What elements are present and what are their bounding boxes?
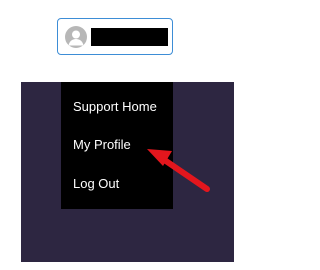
- user-dropdown-menu: Support Home My Profile Log Out: [61, 82, 173, 209]
- menu-item-support-home[interactable]: Support Home: [73, 99, 157, 115]
- menu-item-log-out[interactable]: Log Out: [73, 176, 119, 192]
- screen: Support Home My Profile Log Out: [0, 0, 234, 270]
- user-avatar-icon: [65, 26, 87, 48]
- user-menu-button[interactable]: [57, 18, 173, 55]
- menu-item-my-profile[interactable]: My Profile: [73, 137, 131, 153]
- redacted-user-name: [91, 28, 168, 46]
